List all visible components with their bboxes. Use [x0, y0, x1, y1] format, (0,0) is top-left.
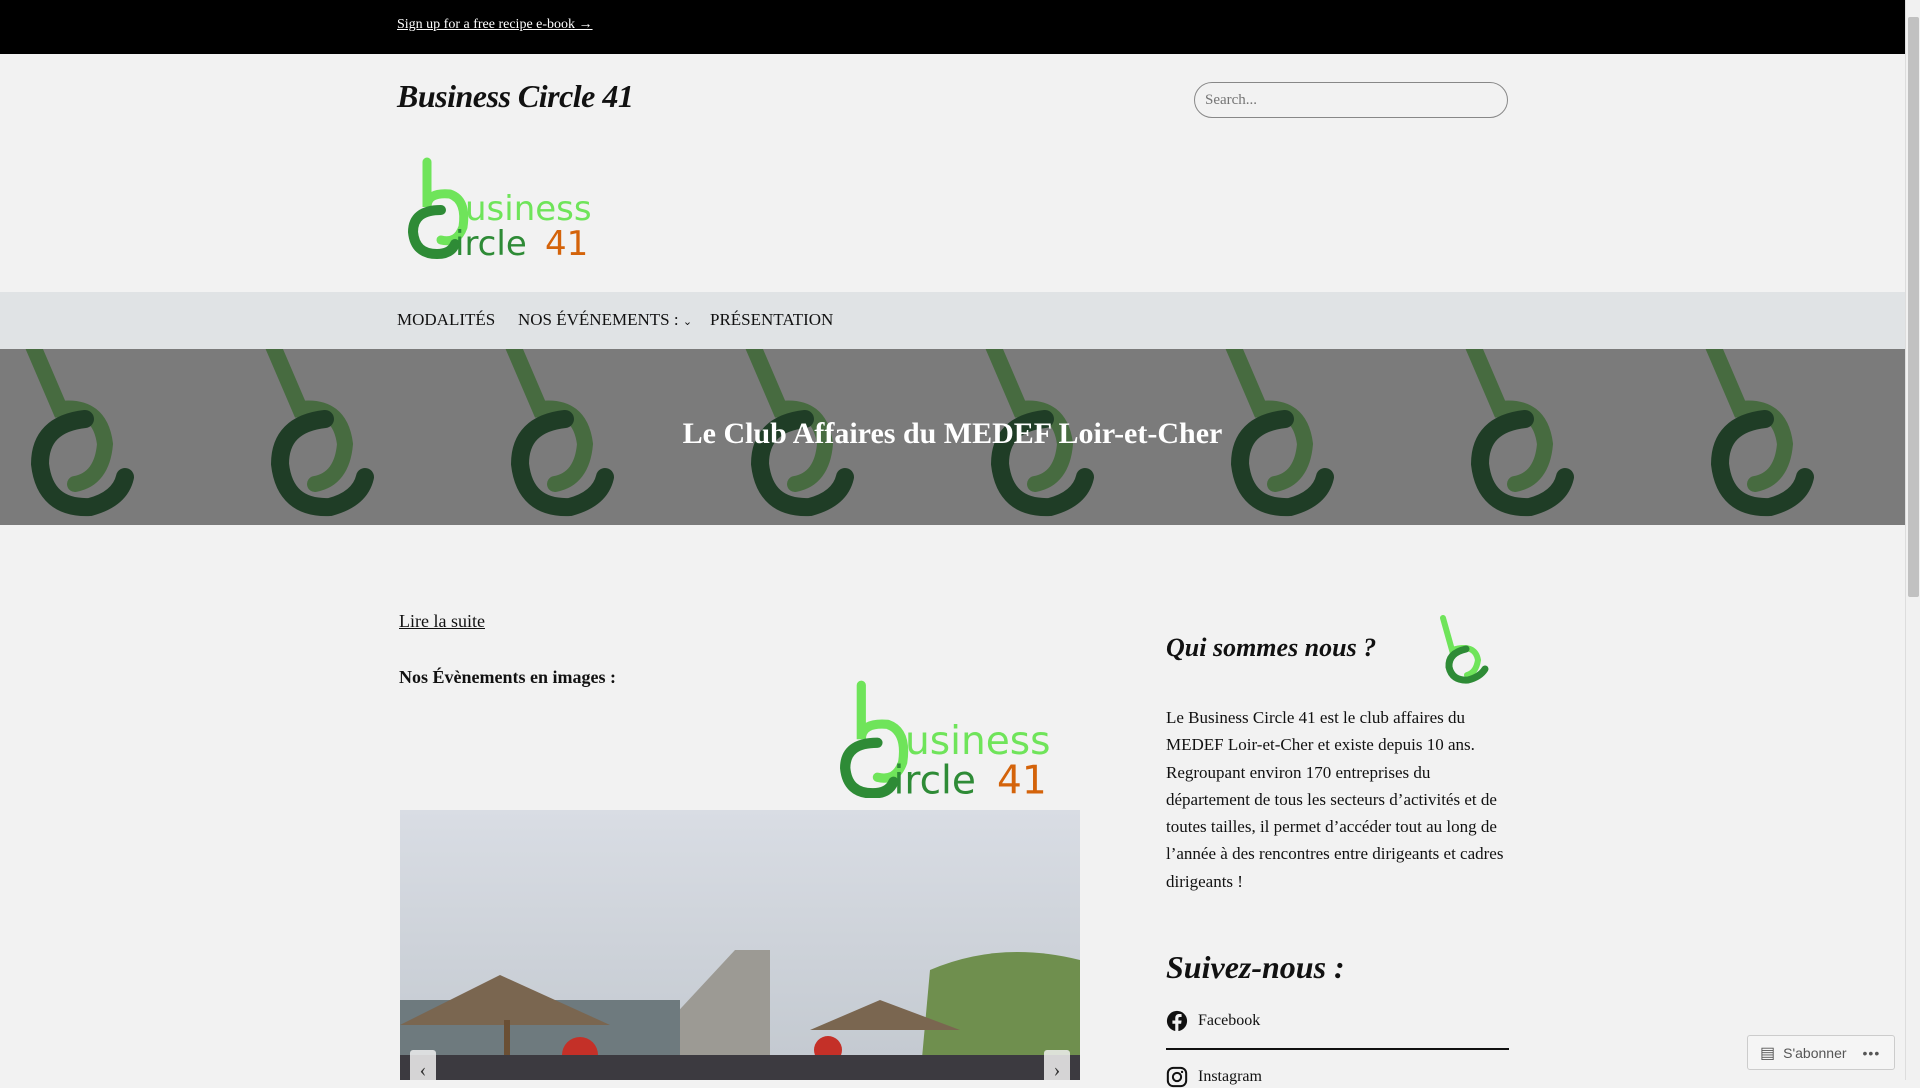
instagram-label: Instagram: [1198, 1068, 1262, 1085]
search-input[interactable]: [1194, 82, 1508, 118]
event-photo-slider[interactable]: ‹ ›: [400, 810, 1080, 1080]
main-nav: MODALITÉS NOS ÉVÉNEMENTS : ⌄ PRÉSENTATIO…: [0, 292, 1905, 349]
reader-subscribe-icon: ▤: [1760, 1044, 1776, 1062]
scrollbar-thumb[interactable]: [1908, 17, 1919, 597]
hero-banner: Le Club Affaires du MEDEF Loir-et-Cher: [0, 349, 1905, 525]
facebook-label: Facebook: [1198, 1012, 1261, 1029]
svg-text:ircle: ircle: [455, 224, 527, 262]
slider-next-button[interactable]: ›: [1044, 1050, 1070, 1080]
nav-item-modalites[interactable]: MODALITÉS: [397, 310, 495, 330]
chevron-down-icon: ⌄: [682, 316, 693, 328]
nav-label: NOS ÉVÉNEMENTS :: [518, 310, 679, 329]
facebook-link[interactable]: Facebook: [1166, 1010, 1260, 1032]
page-scrollbar[interactable]: [1905, 0, 1920, 1080]
site-title[interactable]: Business Circle 41: [397, 78, 634, 115]
b-logo-icon: [1440, 615, 1489, 684]
svg-text:ircle: ircle: [894, 758, 976, 798]
subscribe-button[interactable]: S'abonner: [1783, 1045, 1846, 1061]
svg-text:41: 41: [545, 224, 588, 262]
facebook-icon: [1166, 1010, 1188, 1032]
slider-prev-button[interactable]: ‹: [410, 1050, 436, 1080]
instagram-icon: [1166, 1066, 1188, 1088]
hero-title: Le Club Affaires du MEDEF Loir-et-Cher: [682, 417, 1223, 450]
about-heading: Qui sommes nous ?: [1166, 633, 1377, 662]
events-logo-image: usiness ircle 41: [840, 680, 1051, 798]
follow-heading: Suivez-nous :: [1166, 949, 1345, 985]
svg-text:41: 41: [997, 758, 1047, 798]
subscribe-widget: ▤ S'abonner •••: [1747, 1035, 1895, 1070]
read-more-link[interactable]: Lire la suite: [399, 611, 485, 632]
about-text: Le Business Circle 41 est le club affair…: [1166, 708, 1504, 891]
svg-text:usiness: usiness: [465, 189, 592, 229]
more-options-button[interactable]: •••: [1863, 1045, 1881, 1061]
events-heading: Nos Évènements en images :: [399, 667, 616, 687]
social-divider: [1166, 1048, 1509, 1050]
instagram-link[interactable]: Instagram: [1166, 1066, 1262, 1088]
nav-item-presentation[interactable]: PRÉSENTATION: [710, 310, 833, 330]
nav-item-nos-evenements[interactable]: NOS ÉVÉNEMENTS : ⌄: [518, 310, 692, 330]
ebook-signup-link[interactable]: Sign up for a free recipe e-book →: [397, 17, 593, 33]
site-logo[interactable]: usiness ircle 41: [405, 152, 605, 262]
announcement-bar: Sign up for a free recipe e-book →: [0, 0, 1905, 54]
event-photo: [400, 950, 1080, 1080]
